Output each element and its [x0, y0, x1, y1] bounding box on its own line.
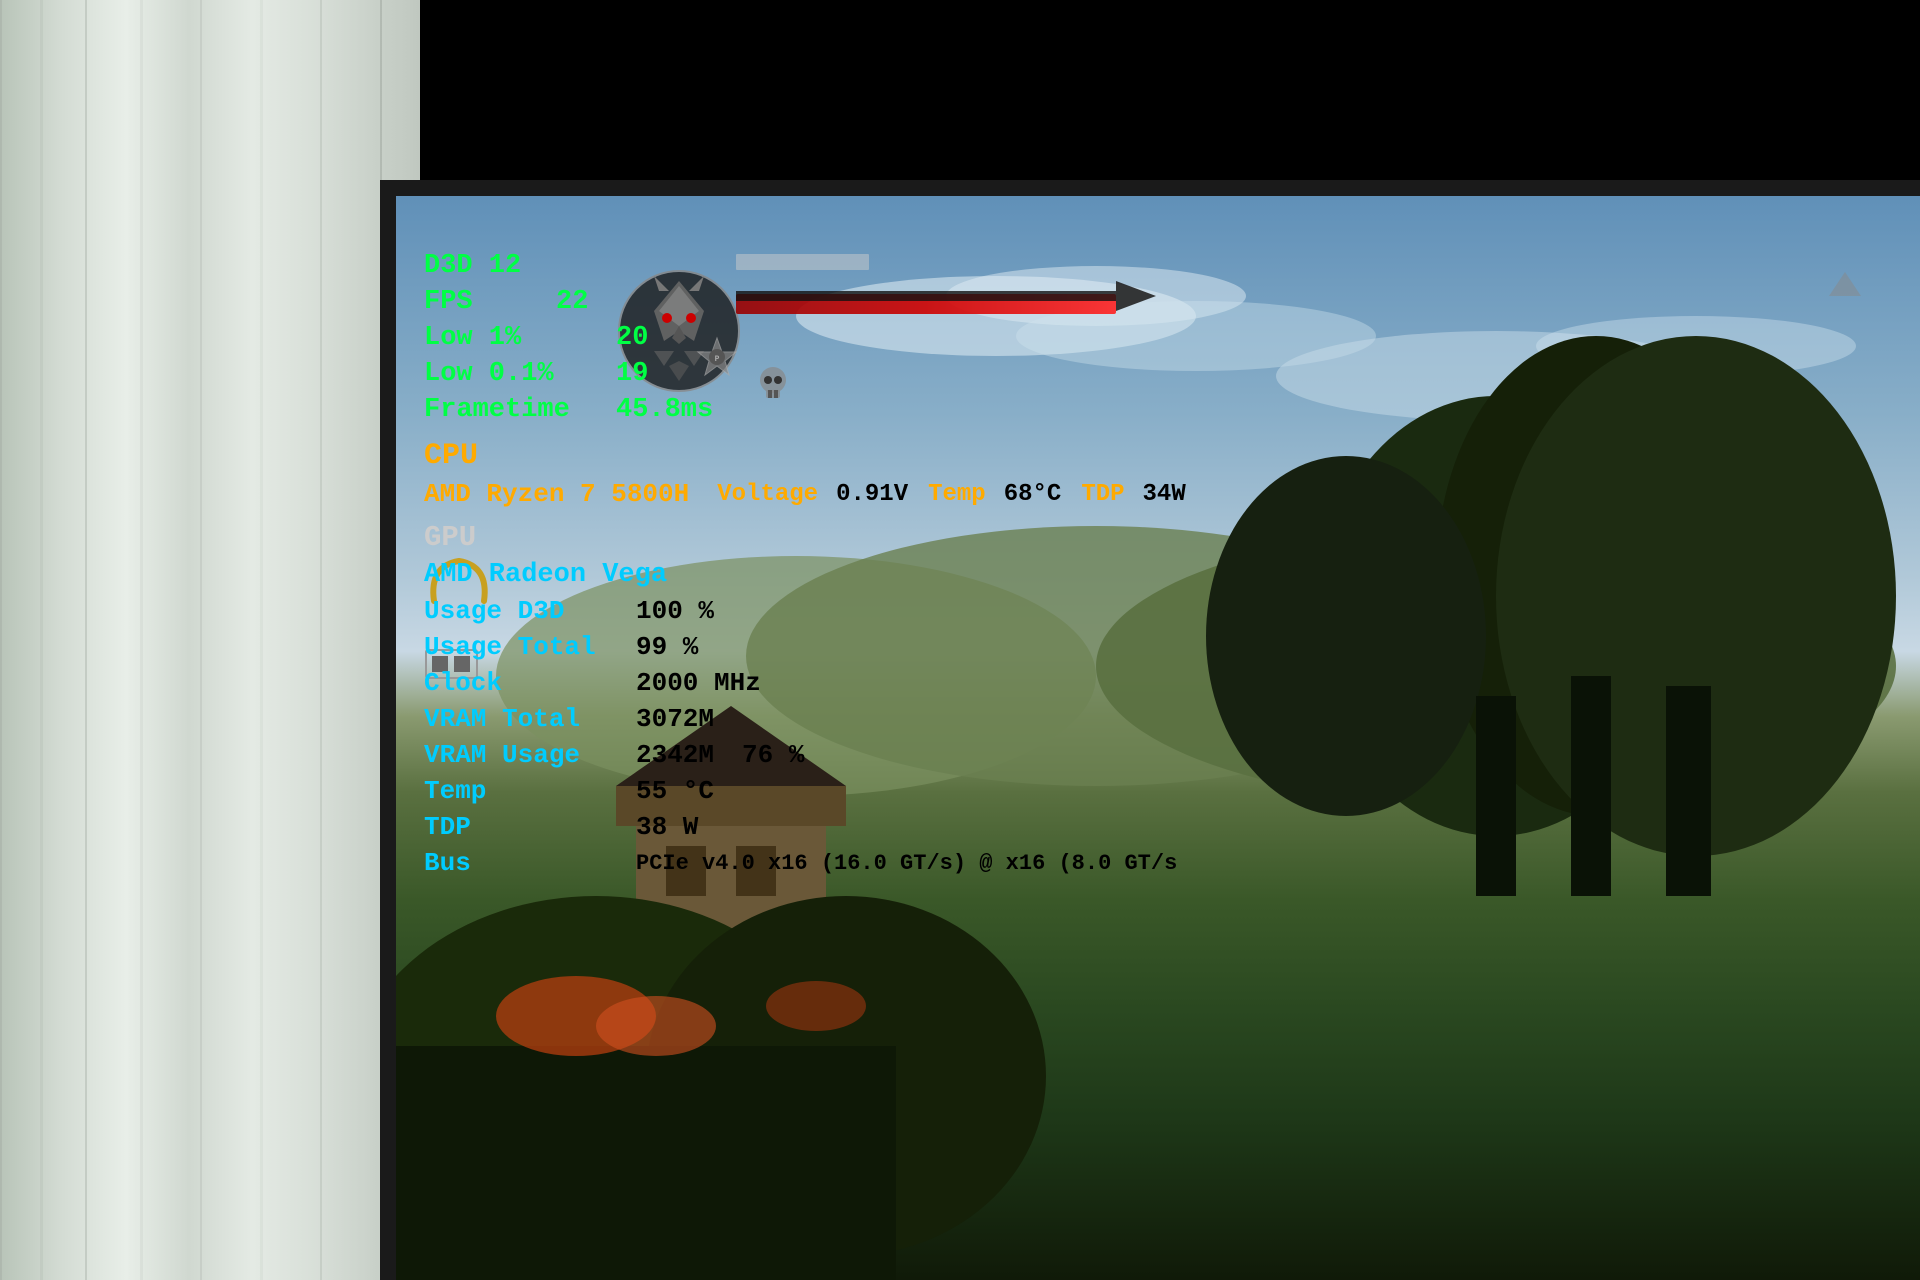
usage-d3d-label: Usage D3D	[424, 596, 624, 626]
cpu-temp-value: 68°C	[1004, 481, 1062, 508]
usage-d3d-row: Usage D3D 100 %	[424, 596, 1186, 626]
low1-row: Low 1% 20	[424, 323, 1186, 353]
vram-total-label: VRAM Total	[424, 704, 624, 734]
gpu-tdp-value: 38 W	[636, 812, 698, 842]
cpu-header-row: CPU	[424, 439, 1186, 473]
voltage-label: Voltage	[717, 481, 818, 508]
low01-row: Low 0.1% 19	[424, 359, 1186, 389]
gpu-name-row: AMD Radeon Vega	[424, 560, 1186, 590]
up-arrow-icon	[1825, 268, 1865, 313]
bus-label: Bus	[424, 848, 624, 878]
gpu-temp-label: Temp	[424, 776, 624, 806]
frametime-label: Frametime	[424, 395, 604, 425]
clock-label: Clock	[424, 668, 624, 698]
gpu-temp-value: 55 °C	[636, 776, 714, 806]
fps-value: 22	[556, 287, 588, 317]
cpu-temp-label: Temp	[928, 481, 986, 508]
fps-row: FPS 22	[424, 287, 1186, 317]
cpu-name-row: AMD Ryzen 7 5800H Voltage 0.91V Temp 68°…	[424, 479, 1186, 509]
vram-total-row: VRAM Total 3072M	[424, 704, 1186, 734]
game-screen: P	[396, 196, 1920, 1280]
vram-usage-value: 2342M	[636, 740, 714, 770]
cpu-tdp-value: 34W	[1143, 481, 1186, 508]
vram-usage-row: VRAM Usage 2342M 76 %	[424, 740, 1186, 770]
vram-usage-label: VRAM Usage	[424, 740, 624, 770]
fps-label: FPS	[424, 287, 544, 317]
low01-value: 19	[616, 359, 648, 389]
frametime-row: Frametime 45.8ms	[424, 395, 1186, 425]
stats-panel: D3D 12 FPS 22 Low 1% 20 Low 0.1% 19	[424, 251, 1186, 884]
cpu-name: AMD Ryzen 7 5800H	[424, 479, 689, 509]
frametime-value: 45.8ms	[616, 395, 713, 425]
gpu-tdp-row: TDP 38 W	[424, 812, 1186, 842]
cpu-header: CPU	[424, 439, 478, 473]
scene: P	[0, 0, 1920, 1280]
clock-value: 2000 MHz	[636, 668, 761, 698]
low1-label: Low 1%	[424, 323, 604, 353]
usage-d3d-value: 100 %	[636, 596, 714, 626]
vram-total-value: 3072M	[636, 704, 714, 734]
gpu-header: GPU	[424, 521, 476, 554]
usage-total-value: 99 %	[636, 632, 698, 662]
low01-label: Low 0.1%	[424, 359, 604, 389]
low1-value: 20	[616, 323, 648, 353]
gpu-name: AMD Radeon Vega	[424, 560, 667, 590]
vram-usage-pct: 76 %	[742, 740, 804, 770]
clock-row: Clock 2000 MHz	[424, 668, 1186, 698]
usage-total-label: Usage Total	[424, 632, 624, 662]
usage-total-row: Usage Total 99 %	[424, 632, 1186, 662]
api-label: D3D 12	[424, 251, 521, 281]
cpu-tdp-label: TDP	[1081, 481, 1124, 508]
bus-value: PCIe v4.0 x16 (16.0 GT/s) @ x16 (8.0 GT/…	[636, 851, 1177, 876]
voltage-value: 0.91V	[836, 481, 908, 508]
gpu-temp-row: Temp 55 °C	[424, 776, 1186, 806]
gpu-header-row: GPU	[424, 521, 1186, 554]
gpu-tdp-label: TDP	[424, 812, 624, 842]
hud-overlay: P	[396, 196, 1920, 1280]
curtain-background	[0, 0, 420, 1280]
bus-row: Bus PCIe v4.0 x16 (16.0 GT/s) @ x16 (8.0…	[424, 848, 1186, 878]
api-row: D3D 12	[424, 251, 1186, 281]
